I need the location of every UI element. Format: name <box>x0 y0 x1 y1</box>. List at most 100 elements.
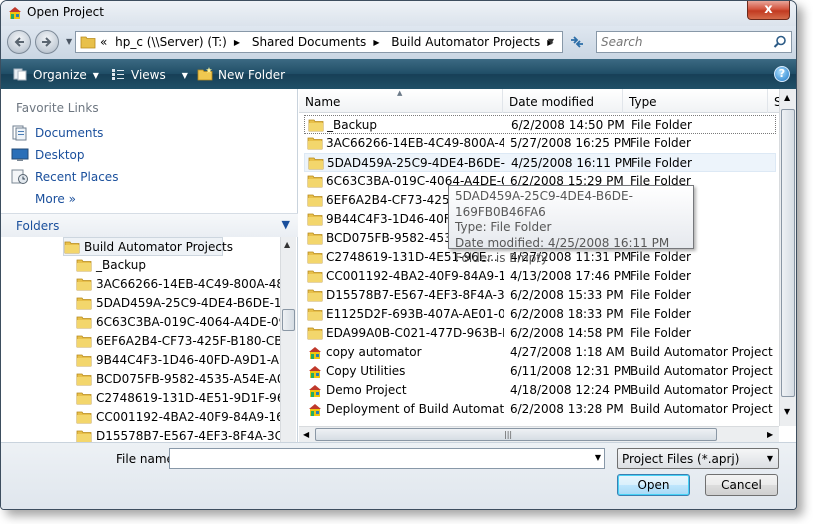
tree-item[interactable]: D15578B7-E567-4EF3-8F4A-3C7F3 <box>76 427 280 442</box>
file-row[interactable]: Copy Utilities 6/11/2008 12:31 PM Build Au… <box>304 362 776 381</box>
tree-item-label: 6EF6A2B4-CF73-425F-B180-CB92A <box>96 334 280 348</box>
favorite-link-desktop[interactable]: Desktop <box>9 145 279 165</box>
scroll-up-icon[interactable]: ▲ <box>284 240 290 249</box>
folders-heading: Folders <box>16 219 60 233</box>
tree-item[interactable]: 3AC66266-14EB-4C49-800A-48CD7 <box>76 275 280 294</box>
open-button[interactable]: Open <box>617 474 690 496</box>
folder-icon <box>64 241 80 254</box>
views-button[interactable]: Views ▼ <box>111 67 188 82</box>
favorite-link-recent-places[interactable]: Recent Places <box>9 167 279 187</box>
tree-item[interactable]: C2748619-131D-4E51-9D1F-96E62D <box>76 389 280 408</box>
tree-item[interactable]: _Backup <box>76 256 280 275</box>
scroll-up-icon[interactable]: ▲ <box>784 93 790 102</box>
file-name: Deployment of Build Automator <box>326 402 504 416</box>
breadcrumb-drive[interactable]: hp_c (\\Server) (T:) <box>115 35 227 49</box>
file-row[interactable]: copy automator 4/27/2008 1:18 AM Build Aut… <box>304 343 776 362</box>
refresh-icon[interactable] <box>566 31 588 53</box>
file-date-modified: 6/11/2008 12:31 PM <box>510 364 632 378</box>
file-type: Build Automator Project <box>630 364 773 378</box>
back-arrow-icon <box>14 37 24 47</box>
file-row[interactable]: CC001192-4BA2-40F9-84A9-16... 4/13/2008 1… <box>304 267 776 286</box>
breadcrumb-overflow[interactable]: « <box>100 35 107 49</box>
scroll-down-icon[interactable]: ▼ <box>784 407 790 416</box>
tree-item-label: C2748619-131D-4E51-9D1F-96E62D <box>96 391 280 405</box>
back-button[interactable] <box>7 30 31 54</box>
file-row[interactable]: EDA99A0B-C021-477D-963B-E9... 6/2/2008 14… <box>304 324 776 343</box>
search-input[interactable] <box>601 34 761 50</box>
tree-item[interactable]: 6EF6A2B4-CF73-425F-B180-CB92A <box>76 332 280 351</box>
tree-item[interactable]: BCD075FB-9582-4535-A54E-A0F88 <box>76 370 280 389</box>
file-date-modified: 4/13/2008 17:46 PM <box>510 269 632 283</box>
recent-pages-dropdown-icon[interactable]: ▼ <box>66 37 72 46</box>
file-name-combobox[interactable]: ▼ <box>169 448 605 469</box>
folder-icon <box>76 354 92 367</box>
cancel-button[interactable]: Cancel <box>705 474 778 496</box>
chevron-down-icon[interactable]: ▼ <box>595 453 601 462</box>
scroll-right-icon[interactable]: ▶ <box>767 430 773 439</box>
file-date-modified: 6/2/2008 14:50 PM <box>511 118 625 132</box>
file-row[interactable]: _Backup 6/2/2008 14:50 PM File Folder <box>304 115 776 134</box>
new-folder-button[interactable]: New Folder <box>197 67 285 82</box>
file-date-modified: 4/25/2008 16:11 PM <box>511 156 633 170</box>
app-icon <box>9 7 21 19</box>
command-toolbar: Organize ▼ Views ▼ New Folder ? <box>1 59 796 89</box>
tree-item-build-automator-projects[interactable]: Build Automator Projects <box>63 237 233 256</box>
file-row[interactable]: E1125D2F-693B-407A-AE01-095... 6/2/2008 1… <box>304 305 776 324</box>
scrollbar-thumb[interactable] <box>781 109 795 397</box>
breadcrumb-separator-icon[interactable]: ▶ <box>234 38 240 47</box>
file-row[interactable]: Demo Project 4/18/2008 12:24 PM Build Auto… <box>304 381 776 400</box>
scrollbar-thumb[interactable] <box>282 309 295 331</box>
folder-icon <box>76 430 92 442</box>
tree-item[interactable]: 5DAD459A-25C9-4DE4-B6DE-169FE <box>76 294 280 313</box>
favorite-link-more[interactable]: More » <box>9 189 279 209</box>
file-name: 3AC66266-14EB-4C49-800A-48... <box>326 136 504 150</box>
file-type-filter[interactable]: Project Files (*.aprj) ▼ <box>617 448 779 469</box>
close-button[interactable]: x <box>747 1 790 20</box>
file-row[interactable]: 5DAD459A-25C9-4DE4-B6DE-1... 4/25/2008 16… <box>304 153 776 172</box>
navigation-pane: Favorite Links Documents Desktop Recent … <box>1 89 298 442</box>
help-icon[interactable]: ? <box>774 66 790 82</box>
scroll-left-icon[interactable]: ◀ <box>303 430 309 439</box>
tooltip-empty: Folder is Empty <box>455 251 548 265</box>
tree-item[interactable]: CC001192-4BA2-40F9-84A9-164994 <box>76 408 280 427</box>
address-bar[interactable]: « hp_c (\\Server) (T:) ▶ Shared Documents… <box>75 31 563 53</box>
search-box[interactable] <box>596 31 792 53</box>
file-row[interactable]: D15578B7-E567-4EF3-8F4A-3C7... 6/2/2008 1… <box>304 286 776 305</box>
open-project-dialog: Open Project x ▼ « hp_c (\\Server) (T:) ▶… <box>0 0 797 510</box>
column-header-date-modified[interactable]: Date modified <box>503 89 623 113</box>
organize-button[interactable]: Organize ▼ <box>13 67 99 82</box>
search-icon[interactable] <box>773 35 787 49</box>
tree-item[interactable]: 9B44C4F3-1D46-40FD-A9D1-A160E <box>76 351 280 370</box>
column-header-type[interactable]: Type <box>623 89 768 113</box>
desktop-icon <box>11 148 29 161</box>
title-bar[interactable]: Open Project x <box>1 1 796 26</box>
file-type-filter-value: Project Files (*.aprj) <box>622 452 740 466</box>
folders-header[interactable]: Folders ▼ <box>1 213 298 237</box>
folder-icon <box>76 259 92 272</box>
file-date-modified: 6/2/2008 14:58 PM <box>510 326 624 340</box>
organize-dropdown-icon: ▼ <box>92 71 99 80</box>
file-row[interactable]: 3AC66266-14EB-4C49-800A-48... 5/27/2008 1… <box>304 134 776 153</box>
breadcrumb-build-automator-projects[interactable]: Build Automator Projects <box>391 35 540 49</box>
window-title: Open Project <box>27 5 104 19</box>
tree-item[interactable]: 6C63C3BA-019C-4064-A4DE-096EF <box>76 313 280 332</box>
column-header-size[interactable]: S <box>768 89 782 113</box>
tree-item-label: _Backup <box>96 258 146 272</box>
folder-tree-scrollbar[interactable]: ▲ <box>280 237 296 442</box>
breadcrumb-separator-icon[interactable]: ▶ <box>373 38 379 47</box>
file-list-vertical-scrollbar[interactable]: ▲ ▼ <box>779 89 796 426</box>
address-dropdown-icon[interactable]: ▼ <box>542 33 560 51</box>
tree-item-label: 6C63C3BA-019C-4064-A4DE-096EF <box>96 315 280 329</box>
scrollbar-thumb[interactable] <box>315 428 717 441</box>
favorite-link-documents[interactable]: Documents <box>9 123 279 143</box>
build-automator-project-icon <box>309 347 321 359</box>
chevron-down-icon[interactable]: ▼ <box>282 218 290 231</box>
column-header-row: Name ▲ Date modified Type S <box>299 89 782 113</box>
file-list-horizontal-scrollbar[interactable]: ◀ ||| ▶ <box>299 426 779 442</box>
folder-tooltip: 5DAD459A-25C9-4DE4-B6DE-169FB0B46FA6 Typ… <box>448 185 694 265</box>
folder-icon <box>80 36 96 49</box>
file-name-input[interactable] <box>173 451 583 466</box>
file-row[interactable]: Deployment of Build Automator 6/2/2008 13… <box>304 400 776 419</box>
breadcrumb-shared-documents[interactable]: Shared Documents <box>252 35 366 49</box>
forward-button[interactable] <box>35 30 59 54</box>
